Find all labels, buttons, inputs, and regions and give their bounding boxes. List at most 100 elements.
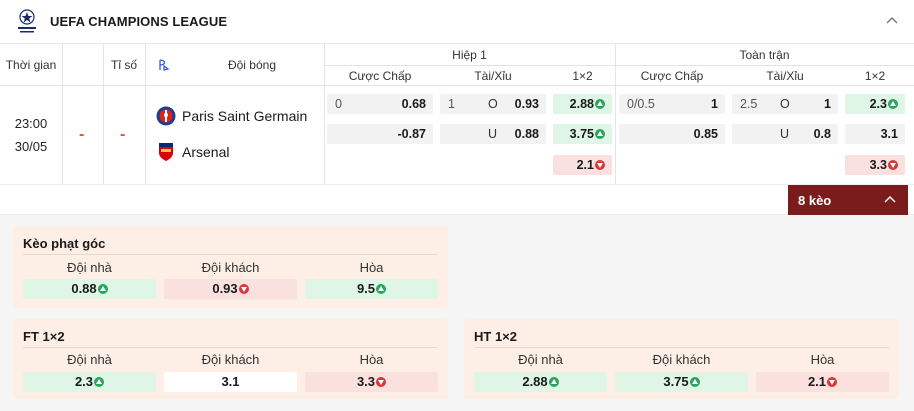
odd-value: -0.87 [397,127,427,141]
odd-value: 2.88 [522,374,548,389]
card-divider [23,254,438,255]
corners-away-odd[interactable]: 0.93 [164,279,297,299]
col-divider [324,44,325,184]
odd-value: 0.93 [212,281,238,296]
label-draw: Hòa [359,260,384,275]
h1-handicap-home[interactable]: 0 0.68 [327,94,433,114]
arrow-up-icon [595,99,605,109]
odd-value: 2.3 [74,374,94,389]
handicap-line: 0/0.5 [627,97,655,111]
ft-handicap-away[interactable]: 0.85 [619,124,725,144]
psg-crest-icon [156,106,176,126]
header-ft-1x2: 1×2 [864,69,886,83]
label-home: Đội nhà [67,352,112,367]
col-divider [62,44,63,184]
label-draw: Hòa [810,352,835,367]
corners-draw-odd[interactable]: 9.5 [305,279,438,299]
arrow-down-icon [595,160,605,170]
odd-value: 0.88 [71,281,97,296]
odd-value: 2.3 [869,97,887,111]
ft-1x2-away[interactable]: 3.1 [845,124,905,144]
ft-handicap-home[interactable]: 0/0.5 1 [619,94,725,114]
league-header: UEFA CHAMPIONS LEAGUE [0,0,914,44]
card-divider [23,347,438,348]
away-score: - [120,126,126,143]
header-fulltime: Toàn trận [739,48,790,62]
away-team[interactable]: Arsenal [156,142,229,162]
total-line: 1 [448,97,455,111]
champions-league-logo [18,9,36,33]
under-label: U [488,127,498,141]
ht-away-odd[interactable]: 3.75 [615,372,748,392]
stats-icon[interactable] [155,57,171,73]
chevron-up-icon [884,195,896,203]
ft-over[interactable]: 2.5 O 1 [732,94,838,114]
corners-card: Kèo phạt góc Đội nhà Đội khách Hòa 0.88 … [13,226,448,308]
ht-home-odd[interactable]: 2.88 [474,372,607,392]
header-team: Đội bóng [227,58,277,72]
header-ft-overunder: Tài/Xỉu [766,69,804,83]
header-ft-handicap: Cược Chấp [640,69,704,83]
arrow-up-icon [94,377,105,387]
arrow-up-icon [595,129,605,139]
card-divider [474,347,889,348]
odd-value: 0.68 [401,97,426,111]
odd-value: 3.1 [880,127,898,141]
header-h1-handicap: Cược Chấp [348,69,412,83]
ft-1x2-home[interactable]: 2.3 [845,94,905,114]
ft-away-odd[interactable]: 3.1 [164,372,297,392]
odd-value: 3.75 [569,127,594,141]
home-team[interactable]: Paris Saint Germain [156,106,307,126]
arrow-up-icon [689,377,700,387]
more-bets-bar: 8 kèo [0,184,914,215]
more-bets-button[interactable]: 8 kèo [788,185,908,215]
header-divider [0,85,914,86]
ht-draw-odd[interactable]: 2.1 [756,372,889,392]
header-score: Tỉ số [110,58,137,72]
over-label: O [780,97,790,111]
col-divider [615,44,616,184]
odd-value: 3.3 [356,374,376,389]
odd-value: 3.1 [221,374,240,389]
odd-value: 2.1 [807,374,827,389]
arrow-up-icon [97,284,108,294]
odd-value: 0.93 [514,97,539,111]
match-date: 30/05 [14,139,48,154]
corners-home-odd[interactable]: 0.88 [23,279,156,299]
h1-handicap-away[interactable]: -0.87 [327,124,433,144]
ft-under[interactable]: U 0.8 [732,124,838,144]
odd-value: 2.1 [576,158,594,172]
arrow-up-icon [376,284,387,294]
ft-home-odd[interactable]: 2.3 [23,372,156,392]
home-score: - [79,126,85,143]
over-label: O [488,97,498,111]
chevron-up-icon[interactable] [884,13,900,29]
ft-1x2-draw[interactable]: 3.3 [845,155,905,175]
h1-1x2-home[interactable]: 2.88 [553,94,612,114]
label-away: Đội khách [201,352,260,367]
arsenal-crest-icon [159,143,173,161]
h1-under[interactable]: U 0.88 [440,124,546,144]
label-home: Đội nhà [67,260,112,275]
odd-value: 1 [824,97,831,111]
ft-draw-odd[interactable]: 3.3 [305,372,438,392]
odd-value: 0.85 [693,127,718,141]
arrow-down-icon [376,377,387,387]
col-divider [145,44,146,184]
odd-value: 3.75 [663,374,689,389]
odd-value: 0.88 [514,127,539,141]
label-home: Đội nhà [518,352,563,367]
arrow-down-icon [827,377,838,387]
header-half1: Hiệp 1 [452,48,487,62]
away-team-name: Arsenal [182,144,230,160]
more-bets-label: 8 kèo [798,193,832,208]
h1-over[interactable]: 1 O 0.93 [440,94,546,114]
arrow-up-icon [548,377,559,387]
total-line: 2.5 [740,97,758,111]
odd-value: 9.5 [356,281,376,296]
ht-1x2-card: HT 1×2 Đội nhà Đội khách Hòa 2.88 3.75 2… [464,319,899,399]
arrow-up-icon [888,99,898,109]
h1-1x2-away[interactable]: 3.75 [553,124,612,144]
h1-1x2-draw[interactable]: 2.1 [553,155,612,175]
subheader-divider [324,65,914,66]
